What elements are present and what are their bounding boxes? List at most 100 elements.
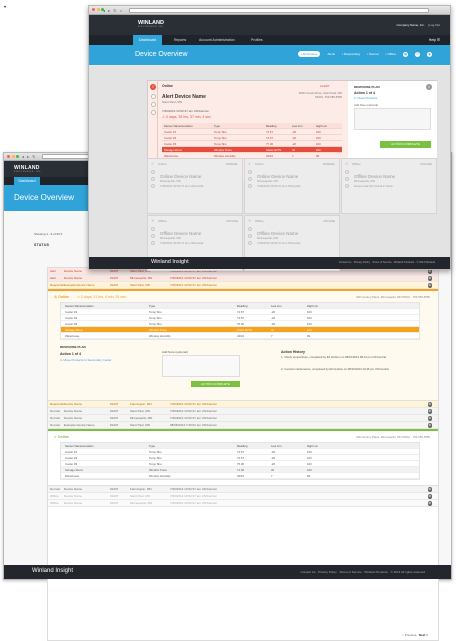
cell-time: 7/26/2013 10:52:37 am US/Central: [170, 487, 217, 491]
close-icon[interactable]: ×: [426, 84, 432, 90]
cell-loc: Saint Paul, MN: [130, 409, 151, 413]
device-location: Minneapolis, MN: [354, 179, 375, 183]
filter-responding[interactable]: • Responding: [342, 52, 360, 56]
gear-icon[interactable]: ⚙: [427, 494, 432, 499]
table-row[interactable]: Normal Device Name #1207 Saint Paul, MN 7/26…: [48, 408, 438, 415]
logo[interactable]: WINLAND ELECTRONICS, INC.: [138, 20, 164, 28]
browser-nav-icons[interactable]: ◂ ▸ ↻: [22, 154, 37, 159]
pagination: < Previous Next >: [402, 633, 428, 637]
status-circle-icon: [345, 170, 349, 174]
cell-name: Example Device Name: [64, 283, 95, 287]
table-row[interactable]: Normal Device Name #1207 Farmington, MN 7/26…: [48, 486, 438, 493]
alert-duration: ⚠ 2 days, 21 hrs, 4 min, 31 sec: [77, 294, 126, 299]
filter-alerts[interactable]: Alerts: [327, 52, 335, 56]
footer: Winland Insight Contact Us · Privacy Pol…: [4, 565, 451, 579]
company-name[interactable]: Company Name, Inc.: [397, 23, 425, 27]
cell-time: 7/26/2013 10:52:37 am US/Central: [170, 416, 217, 420]
online-badge: ✓ Online: [54, 434, 69, 439]
sensor-table: Sensor Name/Location Type Reading Low Lim Hi…: [60, 302, 420, 340]
sensor-cell: 75.00: [237, 321, 244, 326]
grid-view-icon[interactable]: ▦: [403, 51, 408, 57]
browser-nav-icons[interactable]: ◂ ▸ ↻ ⌂: [103, 8, 123, 13]
list-view-icon[interactable]: ☰: [415, 51, 420, 57]
window-controls[interactable]: [7, 154, 19, 158]
table-row[interactable]: Normal Device Name #1207 Minneapolis, MN 7/2…: [48, 415, 438, 422]
gear-icon[interactable]: ⚙: [427, 423, 432, 428]
table-row[interactable]: Offline Device Name #1207 Saint Paul, MN 7/2…: [48, 493, 438, 500]
action-link[interactable]: 3. Move Products: [354, 96, 377, 100]
note-label: Add Note (optional): [354, 103, 379, 107]
cell-time: 08/06/2013 7:46:02 am US/Central: [170, 423, 217, 427]
table-row[interactable]: Alert Device Name #1207 Minneapolis, MN 7/26…: [48, 275, 438, 282]
sensor-cell: Warehouse: [164, 153, 179, 158]
card-status: Online: [158, 162, 167, 166]
sensor-cell: Warehouse: [65, 333, 80, 338]
sensor-cell: 74.67: [237, 315, 244, 320]
tab-account-administration[interactable]: Account Administration: [199, 35, 235, 45]
front-browser-window: ◂ ▸ ↻ ⌂ WINLAND ELECTRONICS, INC. Company…: [88, 5, 451, 271]
table-row[interactable]: Offline Device Name #1207 Minneapolis, MN 7/…: [48, 500, 438, 507]
filter-offline[interactable]: • Offline: [386, 52, 397, 56]
sensor-cell: 7: [271, 473, 273, 478]
device-card[interactable]: ✕ Offline OFFLINE Offline Device Name Minnea…: [341, 158, 437, 214]
next-link[interactable]: Next >: [419, 633, 428, 637]
note-textarea[interactable]: [162, 355, 240, 377]
cell-name: Device Name: [64, 487, 83, 491]
footer-links[interactable]: Contact Us · Privacy Policy · Terms of S…: [339, 261, 435, 264]
tab-profiles[interactable]: Profiles: [251, 35, 263, 45]
sensor-cell: Window Humidity: [214, 153, 236, 158]
device-card[interactable]: ✓ Online NORMAL Online Device Name Minneapol…: [244, 158, 340, 214]
sensor-cell: Window Trans: [214, 147, 232, 152]
filter-all-devices[interactable]: • All Devices: [297, 51, 321, 57]
gear-icon[interactable]: ⚙: [427, 487, 432, 492]
gear-icon[interactable]: ⚙: [427, 402, 432, 407]
gear-icon[interactable]: ⚙: [427, 283, 432, 288]
tab-reports[interactable]: Reports: [174, 35, 186, 45]
table-row[interactable]: RespondingExample Device Name #1207 Saint …: [48, 282, 438, 289]
action-complete-button[interactable]: ACTION COMPLETE: [380, 141, 431, 148]
logout-link[interactable]: Log Out: [429, 23, 440, 27]
help-menu[interactable]: Help ☰: [429, 35, 440, 45]
device-card[interactable]: ✓ Online NORMAL Online Device Name Minneapol…: [147, 158, 243, 214]
address-bar[interactable]: [129, 7, 429, 13]
cell-id: #1207: [110, 409, 119, 413]
table-row[interactable]: RespondingDevice Name #1207 Farmington, MN…: [48, 401, 438, 408]
action-complete-button[interactable]: ACTION COMPLETE: [191, 381, 240, 387]
response-plan-heading: RESPONSE PLAN: [354, 85, 380, 89]
sensor-row: Warehouse Window Humidity 43/10 7 99: [61, 473, 419, 479]
offline-icon: ✕: [345, 161, 349, 166]
showing-dropdown[interactable]: Showing 1 - 6 of 93 ▾: [34, 232, 62, 236]
map-view-icon[interactable]: ◉: [427, 51, 432, 57]
sensor-cell: 100: [307, 321, 312, 326]
gear-icon[interactable]: ⚙: [427, 276, 432, 281]
column-header: Reading: [266, 123, 277, 128]
footer-links[interactable]: Contact Us · Privacy Policy · Terms of S…: [301, 570, 425, 574]
status-badge: OFFLINE: [226, 219, 238, 223]
sensor-cell: Window Humidity: [149, 333, 171, 338]
sensor-cell: Cooler #3: [65, 461, 78, 466]
card-status: Online: [255, 162, 264, 166]
previous-link[interactable]: < Previous: [402, 633, 416, 637]
note-textarea[interactable]: [354, 108, 431, 130]
column-header: Reading: [237, 303, 248, 308]
sensor-cell: Temp Sbo: [149, 321, 162, 326]
sensor-table: Sensor Name/Location Type Reading Low Lim Hi…: [162, 123, 342, 159]
action-history-heading: Action History: [281, 350, 305, 354]
sensor-cell: Cooler #3: [65, 321, 78, 326]
sensor-cell: 100: [316, 141, 321, 146]
filter-normal[interactable]: • Normal: [367, 52, 379, 56]
gear-icon[interactable]: ⚙: [427, 501, 432, 506]
tab-dashboard[interactable]: Dashboard: [14, 177, 40, 185]
sensor-cell: 71.00: [237, 467, 244, 472]
sensor-cell: 43/10: [237, 473, 244, 478]
sensor-cell: Temp Sbo: [149, 309, 162, 314]
sensor-cell: 100: [307, 467, 312, 472]
logo[interactable]: WINLAND ELECTRONICS, INC.: [14, 165, 42, 173]
tab-dashboard[interactable]: Dashboard: [133, 35, 163, 45]
action-link[interactable]: 4. Move Products to Secondary Cooler: [60, 358, 112, 362]
alert-icon: !: [150, 84, 156, 90]
table-row[interactable]: Normal Example Device Name #1207 Saint Paul…: [48, 422, 438, 429]
response-plan-heading: RESPONSE PLAN: [60, 345, 86, 349]
gear-icon[interactable]: ⚙: [427, 416, 432, 421]
gear-icon[interactable]: ⚙: [427, 409, 432, 414]
